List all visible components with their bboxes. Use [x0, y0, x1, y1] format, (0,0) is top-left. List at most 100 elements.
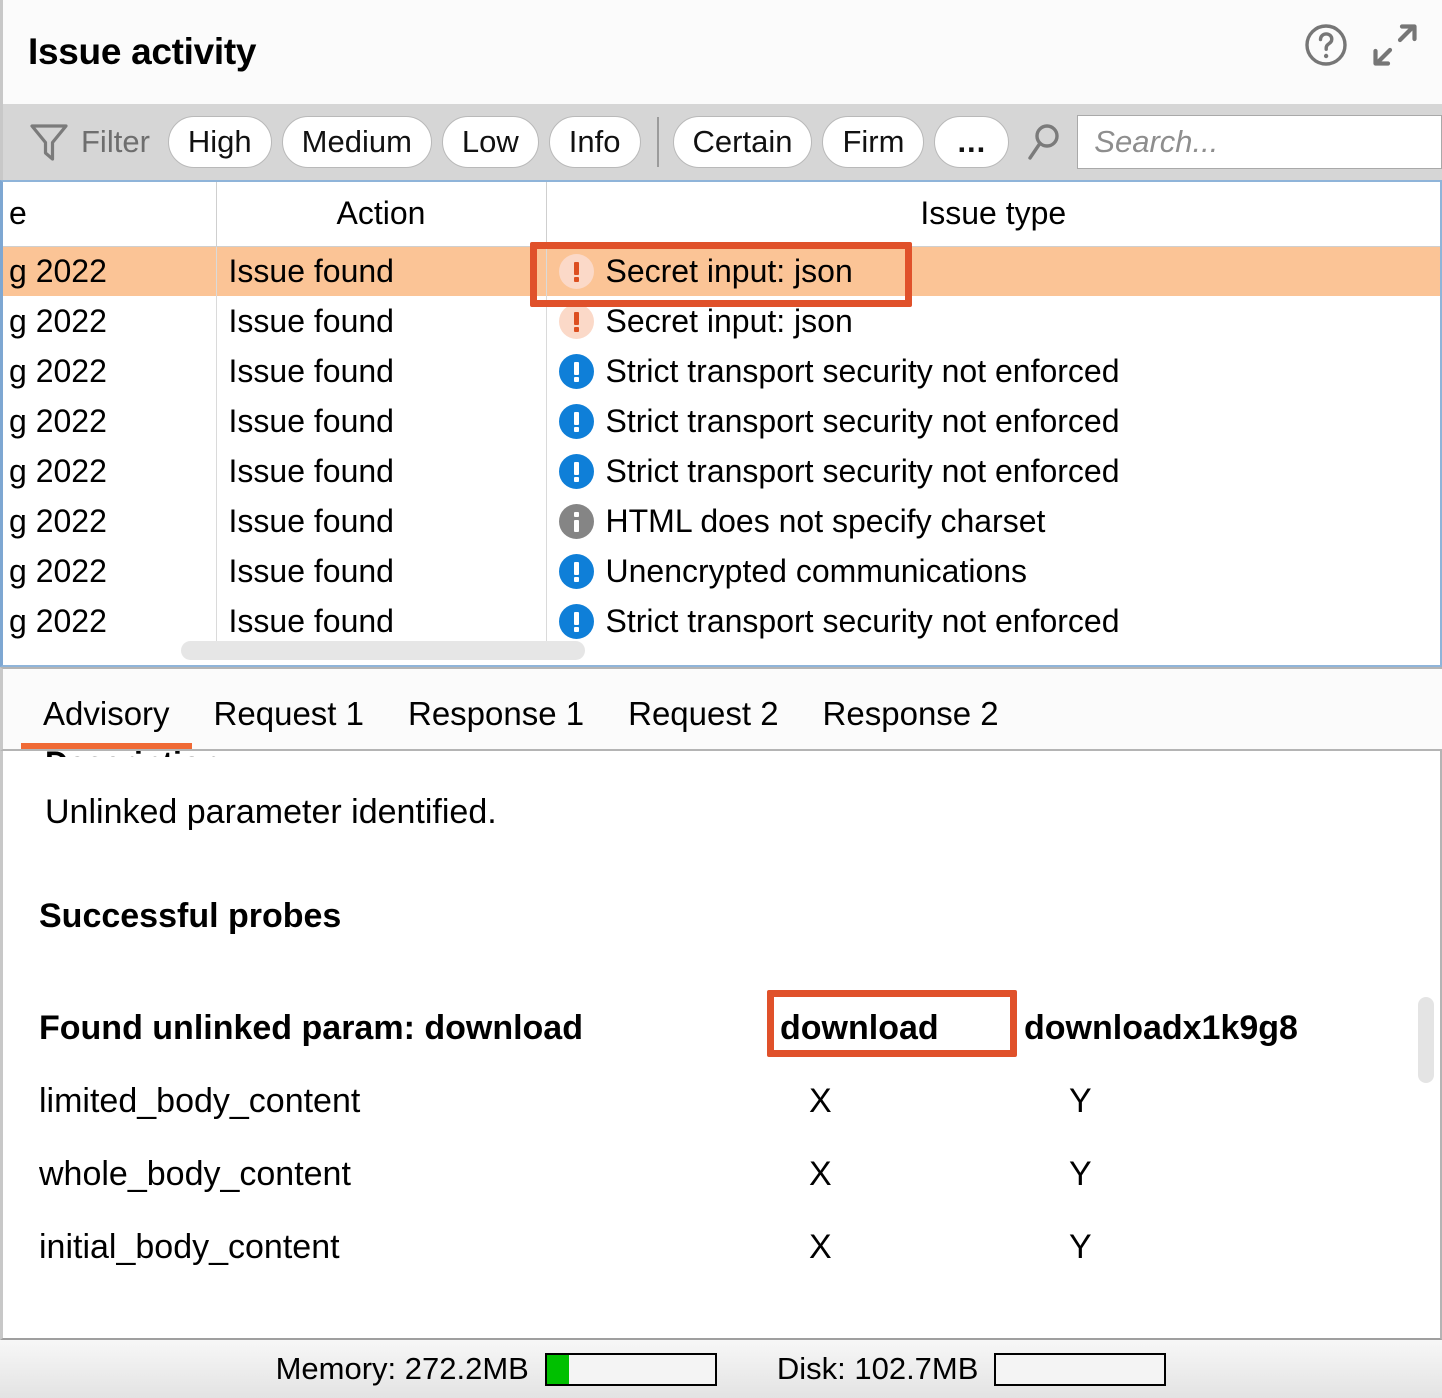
severity-exclamation-icon: [558, 253, 594, 289]
table-row[interactable]: g 2022 Issue found Strict transport securi…: [3, 596, 1440, 646]
probe-name: whole_body_content: [39, 1155, 351, 1193]
probe-value-downloadx1k9g8: Y: [1069, 1082, 1092, 1120]
cell-issue-type: Unencrypted communications: [546, 546, 1440, 596]
successful-probes-table: Found unlinked param: download download …: [39, 1009, 1298, 1301]
issue-type-label: Unencrypted communications: [605, 552, 1028, 589]
table-horizontal-scroll-thumb[interactable]: [181, 641, 585, 660]
detail-tabbar: Advisory Request 1 Response 1 Request 2 …: [0, 667, 1442, 751]
disk-meter: [994, 1352, 1167, 1386]
probe-header-row: Found unlinked param: download download …: [39, 1009, 1298, 1082]
table-row[interactable]: g 2022 Issue found Strict transport securi…: [3, 346, 1440, 396]
probe-header-param: Found unlinked param: download: [39, 1009, 583, 1047]
table-row[interactable]: g 2022 Issue found Strict transport securi…: [3, 446, 1440, 496]
severity-exclamation-icon: [558, 303, 594, 339]
page-title: Issue activity: [28, 31, 257, 72]
table-row[interactable]: g 2022 Issue found Unencrypted communicati…: [3, 546, 1440, 596]
issue-type-label: Strict transport security not enforced: [605, 602, 1120, 639]
disk-label: Disk: 102.7MB: [776, 1351, 979, 1386]
tab-advisory[interactable]: Advisory: [21, 695, 192, 749]
advisory-clipped-heading: Description: [45, 751, 221, 757]
search-input[interactable]: [1092, 123, 1441, 161]
severity-exclamation-icon: [558, 453, 594, 489]
filter-pill-low[interactable]: Low: [441, 116, 539, 168]
cell-action: Issue found: [216, 346, 547, 396]
probe-value-download: X: [809, 1082, 832, 1120]
cell-time: g 2022: [3, 346, 217, 396]
cell-action: Issue found: [216, 596, 547, 646]
cell-time: g 2022: [3, 296, 217, 346]
probe-value-download: X: [809, 1155, 832, 1193]
filter-funnel-icon[interactable]: [29, 121, 69, 163]
advisory-vertical-scrollbar[interactable]: [1414, 751, 1436, 1338]
table-header-row: e Action Issue type: [3, 182, 1440, 247]
table-row[interactable]: g 2022 Issue found HTML does not specify c…: [3, 496, 1440, 546]
help-circle-icon[interactable]: [1302, 21, 1350, 69]
probe-row: whole_body_content X Y: [39, 1155, 1298, 1228]
probe-name: limited_body_content: [39, 1082, 361, 1120]
severity-exclamation-icon: [558, 403, 594, 439]
severity-exclamation-icon: [558, 353, 594, 389]
cell-issue-type: Strict transport security not enforced: [546, 396, 1440, 446]
column-header-action[interactable]: Action: [216, 182, 547, 247]
titlebar-actions: [1302, 18, 1422, 72]
filter-pill-medium[interactable]: Medium: [281, 116, 432, 168]
filter-pill-info[interactable]: Info: [548, 116, 641, 168]
column-header-time[interactable]: e: [3, 182, 217, 247]
tab-request-2[interactable]: Request 2: [606, 695, 800, 749]
issue-table: e Action Issue type g 2022 Issue found Sec…: [3, 182, 1440, 646]
status-bar: Memory: 272.2MB Disk: 102.7MB: [0, 1340, 1442, 1398]
memory-status: Memory: 272.2MB: [276, 1351, 717, 1387]
memory-meter: [544, 1352, 717, 1386]
expand-diagonal-icon[interactable]: [1368, 18, 1422, 72]
filter-pill-high[interactable]: High: [167, 116, 272, 168]
issue-type-label: Secret input: json: [605, 302, 853, 339]
table-row[interactable]: g 2022 Issue found Secret input: json: [3, 246, 1440, 296]
memory-meter-fill: [546, 1354, 569, 1384]
cell-issue-type: HTML does not specify charset: [546, 496, 1440, 546]
cell-issue-type: Strict transport security not enforced: [546, 596, 1440, 646]
cell-action: Issue found: [216, 446, 547, 496]
search-box[interactable]: [1077, 115, 1442, 169]
column-header-issue-type[interactable]: Issue type: [546, 182, 1440, 247]
probe-value-download: X: [809, 1228, 832, 1266]
issue-activity-window: Issue activity Filter High Medium Low In…: [0, 0, 1442, 1398]
tab-request-1[interactable]: Request 1: [192, 695, 386, 749]
filter-label: Filter: [81, 124, 150, 159]
probe-row: limited_body_content X Y: [39, 1082, 1298, 1155]
severity-exclamation-icon: [558, 603, 594, 639]
table-row[interactable]: g 2022 Issue found Strict transport securi…: [3, 396, 1440, 446]
memory-label: Memory: 272.2MB: [275, 1351, 529, 1386]
tab-response-1[interactable]: Response 1: [386, 695, 606, 749]
filter-toolbar: Filter High Medium Low Info Certain Firm…: [0, 104, 1442, 180]
cell-action: Issue found: [216, 246, 547, 296]
search-magnifier-icon[interactable]: [1025, 121, 1065, 163]
filter-pill-firm[interactable]: Firm: [822, 116, 925, 168]
advisory-panel: Description Unlinked parameter identifie…: [0, 751, 1442, 1340]
probe-value-downloadx1k9g8: Y: [1069, 1155, 1092, 1193]
disk-status: Disk: 102.7MB: [777, 1351, 1167, 1387]
cell-time: g 2022: [3, 396, 217, 446]
advisory-vertical-scroll-thumb[interactable]: [1418, 997, 1434, 1083]
issue-type-label: Secret input: json: [605, 252, 853, 289]
filter-pill-more[interactable]: ...: [934, 116, 1010, 168]
filter-pill-certain[interactable]: Certain: [672, 116, 813, 168]
severity-exclamation-icon: [558, 553, 594, 589]
cell-issue-type: Secret input: json: [546, 296, 1440, 346]
table-horizontal-scrollbar[interactable]: [3, 640, 1440, 662]
window-titlebar: Issue activity: [0, 0, 1442, 104]
cell-action: Issue found: [216, 496, 547, 546]
cell-action: Issue found: [216, 546, 547, 596]
cell-issue-type: Secret input: json: [546, 246, 1440, 296]
advisory-content: Description Unlinked parameter identifie…: [3, 751, 1440, 1338]
cell-time: g 2022: [3, 546, 217, 596]
advisory-description: Unlinked parameter identified.: [45, 793, 497, 831]
cell-time: g 2022: [3, 596, 217, 646]
table-row[interactable]: g 2022 Issue found Secret input: json: [3, 296, 1440, 346]
probe-value-downloadx1k9g8: Y: [1069, 1228, 1092, 1266]
tab-response-2[interactable]: Response 2: [801, 695, 1021, 749]
cell-time: g 2022: [3, 446, 217, 496]
cell-issue-type: Strict transport security not enforced: [546, 346, 1440, 396]
probe-header-download: download: [780, 1009, 939, 1047]
probe-row: initial_body_content X Y: [39, 1228, 1298, 1301]
issue-type-label: HTML does not specify charset: [605, 502, 1046, 539]
